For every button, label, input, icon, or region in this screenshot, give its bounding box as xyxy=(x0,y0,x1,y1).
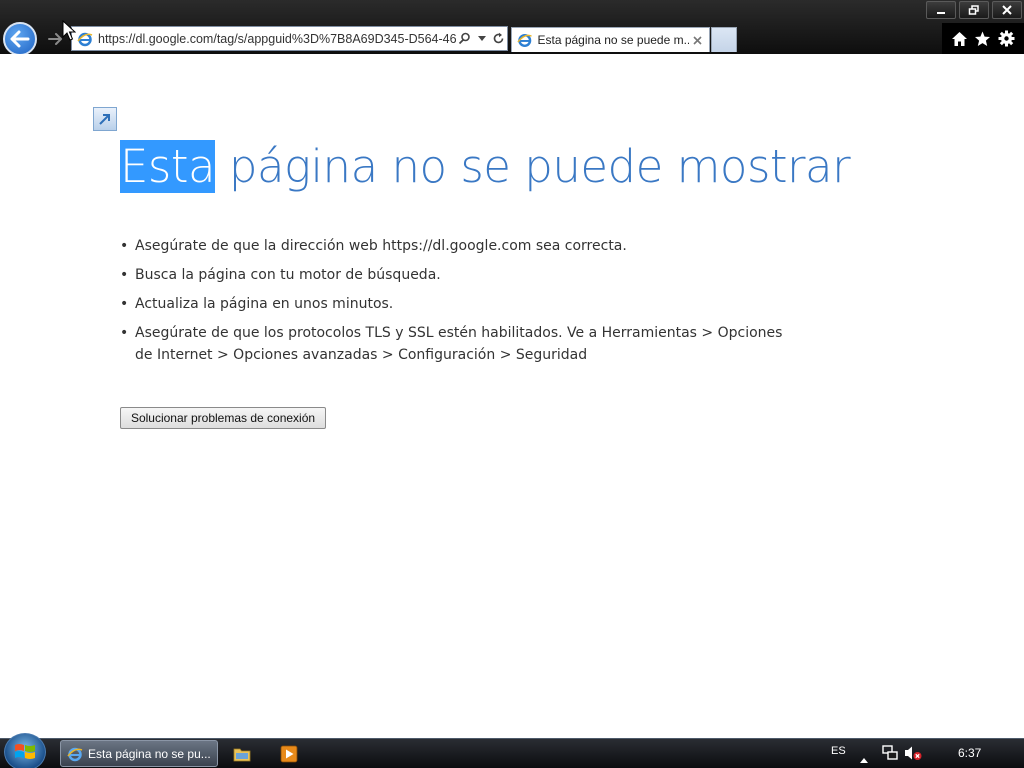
page-title: Esta página no se puede mostrar xyxy=(120,134,851,200)
troubleshoot-button[interactable]: Solucionar problemas de conexión xyxy=(120,407,326,429)
taskbar: Esta página no se pu... ES 6:37 xyxy=(0,733,1024,768)
network-tray-icon[interactable] xyxy=(882,745,898,765)
selected-text: Esta xyxy=(120,140,216,193)
volume-muted-icon xyxy=(905,746,922,760)
forward-arrow-icon xyxy=(48,33,62,45)
network-icon xyxy=(882,745,898,760)
close-icon xyxy=(1002,5,1012,15)
window-controls xyxy=(926,1,1022,19)
ie-tab-icon xyxy=(517,33,532,48)
taskbar-item-label: Esta página no se pu... xyxy=(88,746,211,761)
folder-icon xyxy=(233,748,251,762)
minimize-icon xyxy=(937,12,945,14)
tab-title: Esta página no se puede m... xyxy=(537,33,689,47)
address-url[interactable]: https://dl.google.com/tag/s/appguid%3D%7… xyxy=(93,32,456,46)
close-window-button[interactable] xyxy=(992,1,1022,19)
mouse-cursor-icon xyxy=(62,20,76,41)
list-item: Busca la página con tu motor de búsqueda… xyxy=(120,264,800,286)
favorites-button[interactable] xyxy=(973,29,993,49)
start-button[interactable] xyxy=(4,733,46,768)
gear-icon xyxy=(998,30,1015,47)
tools-button[interactable] xyxy=(996,29,1016,49)
language-indicator[interactable]: ES xyxy=(831,745,846,757)
page-title-rest: página no se puede mostrar xyxy=(215,140,851,193)
page-content: Esta página no se puede mostrar Asegúrat… xyxy=(0,54,1024,738)
ie-taskbar-icon xyxy=(67,747,83,761)
address-dropdown-button[interactable] xyxy=(473,29,490,49)
tray-expand-button[interactable] xyxy=(860,748,868,767)
expand-arrow-icon xyxy=(99,114,110,125)
explorer-quicklaunch[interactable] xyxy=(232,744,252,764)
list-item: Asegúrate de que la dirección web https:… xyxy=(120,235,800,257)
home-icon xyxy=(952,31,968,46)
system-clock[interactable]: 6:37 xyxy=(958,746,981,760)
search-button[interactable] xyxy=(456,29,473,49)
windows-logo-icon xyxy=(15,744,35,759)
back-arrow-icon xyxy=(10,30,30,48)
list-item: Asegúrate de que los protocolos TLS y SS… xyxy=(120,322,800,366)
restore-button[interactable] xyxy=(959,1,989,19)
chevron-down-icon xyxy=(477,35,486,41)
tab-close-button[interactable] xyxy=(689,31,706,49)
address-bar[interactable]: https://dl.google.com/tag/s/appguid%3D%7… xyxy=(71,26,508,51)
new-tab-button[interactable] xyxy=(711,27,737,52)
list-item: Actualiza la página en unos minutos. xyxy=(120,293,800,315)
star-icon xyxy=(975,31,991,46)
browser-toolbar xyxy=(942,23,1024,54)
minimize-button[interactable] xyxy=(926,1,956,19)
back-button[interactable] xyxy=(3,22,37,56)
media-player-quicklaunch[interactable] xyxy=(279,744,299,764)
search-icon xyxy=(458,32,470,45)
ie-page-icon xyxy=(77,32,93,46)
refresh-button[interactable] xyxy=(490,29,507,49)
home-button[interactable] xyxy=(950,29,970,49)
restore-icon xyxy=(968,5,979,15)
media-player-icon xyxy=(280,745,298,763)
volume-tray-icon[interactable] xyxy=(904,745,922,765)
taskbar-item-ie[interactable]: Esta página no se pu... xyxy=(60,740,218,767)
chevron-up-icon xyxy=(860,758,868,763)
refresh-icon xyxy=(493,32,504,44)
error-page-icon xyxy=(93,107,117,131)
browser-chrome: https://dl.google.com/tag/s/appguid%3D%7… xyxy=(0,0,1024,56)
suggestion-list: Asegúrate de que la dirección web https:… xyxy=(120,235,800,373)
tab-active[interactable]: Esta página no se puede m... xyxy=(511,27,710,52)
close-icon xyxy=(693,35,702,45)
